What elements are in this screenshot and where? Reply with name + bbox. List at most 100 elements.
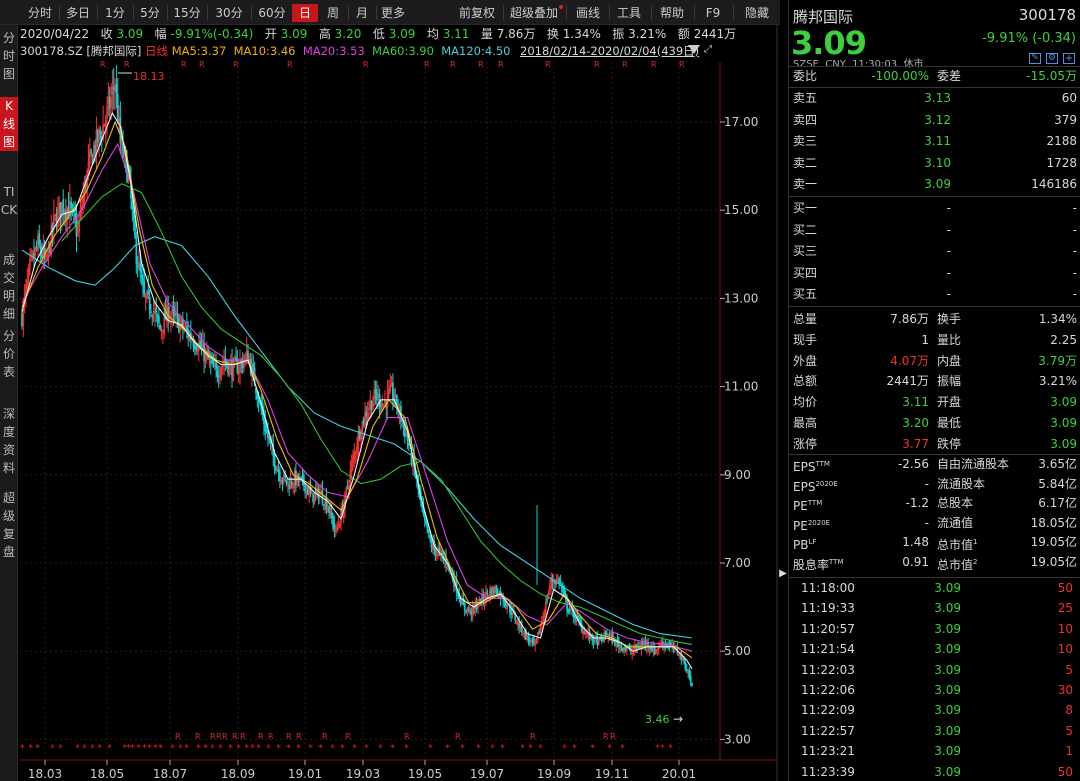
candle-body [567,609,570,613]
tick-time: 11:20:57 [801,621,855,636]
panel-toggle-icon[interactable]: ▶ [778,568,788,584]
event-marker: * [244,743,249,754]
rating-marker: R [175,732,181,741]
candle-body [139,262,142,273]
event-marker: * [210,743,215,754]
stat-label: 量比 [937,332,962,347]
candle-body [75,220,78,236]
fund-value: 0.91 [902,555,929,569]
candle-body [209,360,212,363]
candle-body [291,481,293,486]
candle-body [691,682,693,686]
candle-body [465,610,467,613]
candle-body [346,486,349,488]
rating-marker: R [195,732,201,741]
event-marker: * [58,743,63,754]
settings-icon[interactable]: ⚙ [1046,53,1058,64]
candle-body [683,658,685,664]
candle-body [217,375,220,378]
ask-volume: 2188 [1046,134,1077,148]
candle-body [669,642,672,646]
ask-price: 3.13 [924,91,951,105]
candle-body [41,252,43,259]
candle-body [279,472,281,482]
fund-value: -2.56 [897,457,929,471]
wecha-value: -15.05万 [1026,69,1077,83]
event-marker: * [250,743,255,754]
fundamental-row: PE2020E - 流通值 18.05亿 [793,513,1077,534]
candle-body [330,511,333,518]
event-marker: * [660,743,665,754]
tick-time: 11:22:57 [801,723,855,738]
bid-row: 买三 - - [793,241,1077,262]
fundamental-row: PBLF 1.48 总市值1 19.05亿 [793,532,1077,553]
rating-marker: R [610,732,616,741]
candle-body [321,490,324,504]
candle-body [546,598,548,601]
event-marker: * [130,743,135,754]
candle-body [65,210,67,219]
candle-body [685,669,688,671]
candle-body [510,609,513,616]
candle-body [147,289,150,295]
candle-body [684,662,687,670]
bid-label: 买一 [793,201,818,215]
candle-body [268,436,271,440]
ask-row: 卖四 3.12 379 [793,110,1077,131]
event-marker: * [266,743,271,754]
stat-label: 跌停 [937,436,962,451]
candle-body [490,588,493,597]
fund-label: 流通股本 [937,476,986,491]
x-tick-label: 18.09 [221,767,255,781]
candle-body [142,277,144,285]
max-label: 18.13 [133,70,165,83]
rating-marker: R [287,60,293,69]
fund-label: 总市值2 [937,558,978,572]
fund-value: 3.65亿 [1038,457,1077,471]
event-marker: * [75,743,80,754]
kline-chart[interactable]: 18.03 18.05 18.07 18.09 19.01 19.03 19.05 19.07… [0,0,778,781]
quote-panel: 腾邦国际 300178 3.09 -9.91% (-0.34) SZSE CNY… [788,0,1080,781]
candle-body [532,637,535,645]
ask-label: 卖一 [793,177,818,191]
fund-value: - [924,476,929,491]
tick-row: 11:23:39 3.09 50 [793,762,1077,781]
event-marker: * [404,743,409,754]
tick-price: 3.09 [934,723,961,738]
event-marker: * [184,743,189,754]
stat-value: 3.11 [902,395,929,410]
x-tick-label: 18.03 [28,767,62,781]
candle-body [651,646,653,652]
stats-row: 最高 3.20 最低 3.09 [793,413,1077,434]
rating-marker: R [455,732,461,741]
ask-label: 卖四 [793,112,818,127]
stat-value: 3.79万 [1038,353,1077,368]
stat-value: 2.25 [1050,332,1077,347]
edit-icon[interactable]: ✎ [1029,53,1041,64]
candle-body [150,311,152,314]
event-marker: * [236,743,241,754]
stat-value: 2441万 [886,374,929,389]
stat-value: 3.21% [1038,374,1077,389]
y-tick-label: 9.00 [724,468,751,482]
rating-marker: R [222,732,228,741]
event-marker: * [352,743,357,754]
candle-body [275,466,277,470]
fund-value: 19.05亿 [1030,535,1077,550]
candle-body [608,634,611,636]
stat-value: 3.09 [1050,416,1077,430]
y-tick-label: 7.00 [724,556,751,570]
add-icon[interactable]: + [1063,53,1075,64]
tick-volume: 10 [1057,621,1073,636]
rating-marker: R [679,60,685,69]
candle-body [265,429,268,432]
event-marker: * [28,743,33,754]
rating-marker: R [603,732,609,741]
bid-price: - [946,265,951,280]
candle-body [288,484,291,489]
tick-time: 11:23:21 [801,744,855,759]
tick-time: 11:19:33 [801,601,855,616]
event-marker: * [562,743,567,754]
bid-volume: - [1072,222,1077,237]
candle-body [192,342,195,347]
